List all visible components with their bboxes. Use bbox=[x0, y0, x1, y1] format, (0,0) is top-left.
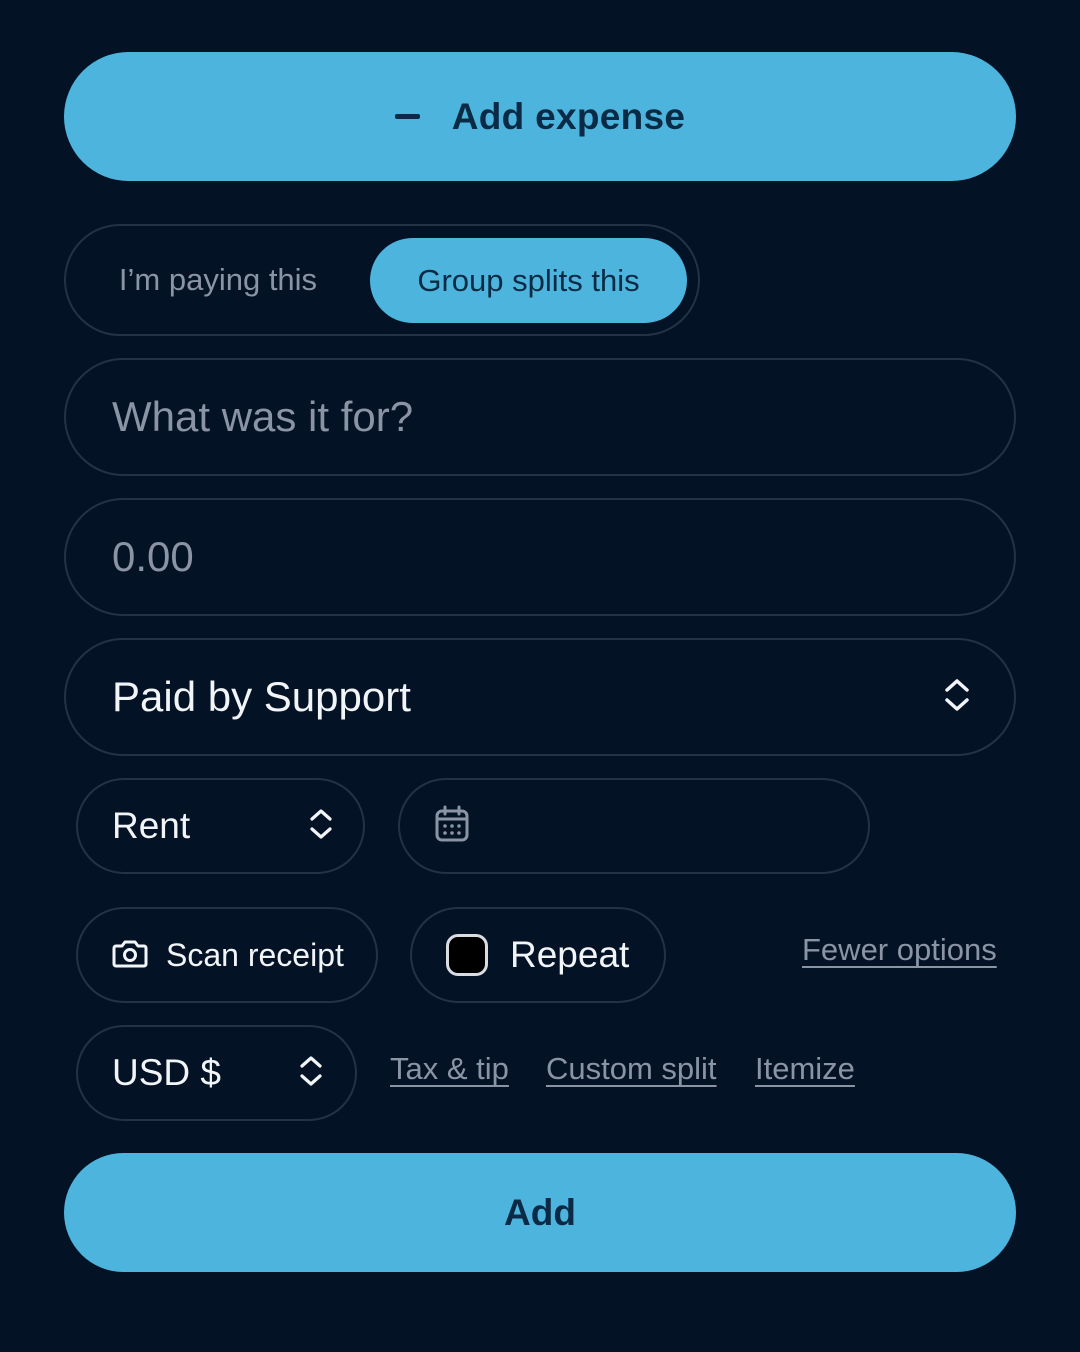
description-field-container bbox=[64, 358, 1016, 476]
fewer-options-link[interactable]: Fewer options bbox=[802, 932, 997, 968]
add-button[interactable]: Add bbox=[64, 1153, 1016, 1272]
itemize-link[interactable]: Itemize bbox=[755, 1051, 855, 1087]
calendar-icon[interactable] bbox=[434, 805, 470, 848]
custom-split-link[interactable]: Custom split bbox=[546, 1051, 717, 1087]
option-im-paying[interactable]: I’m paying this bbox=[66, 238, 370, 322]
repeat-checkbox[interactable] bbox=[446, 934, 488, 976]
minus-icon bbox=[394, 114, 420, 119]
add-expense-title: Add expense bbox=[451, 95, 686, 137]
paid-by-value: Paid by Support bbox=[112, 673, 411, 720]
scan-receipt-label: Scan receipt bbox=[166, 936, 344, 973]
paid-by-select[interactable]: Paid by Support bbox=[64, 638, 1016, 756]
chevron-up-down-icon bbox=[299, 1054, 323, 1093]
camera-icon bbox=[112, 938, 148, 973]
amount-field-container bbox=[64, 498, 1016, 616]
repeat-label: Repeat bbox=[510, 934, 630, 975]
currency-select[interactable]: USD $ bbox=[76, 1025, 357, 1121]
tax-tip-link[interactable]: Tax & tip bbox=[390, 1051, 509, 1087]
currency-value: USD $ bbox=[112, 1052, 221, 1093]
description-input[interactable] bbox=[112, 393, 970, 441]
category-select[interactable]: Rent bbox=[76, 778, 365, 874]
option-group-splits[interactable]: Group splits this bbox=[370, 238, 687, 323]
chevron-up-down-icon bbox=[944, 677, 970, 718]
add-expense-toggle-button[interactable]: Add expense bbox=[64, 52, 1016, 181]
chevron-up-down-icon bbox=[309, 807, 333, 846]
category-value: Rent bbox=[112, 805, 191, 846]
amount-input[interactable] bbox=[112, 533, 970, 581]
date-field[interactable] bbox=[398, 778, 870, 874]
scan-receipt-button[interactable]: Scan receipt bbox=[76, 907, 378, 1003]
repeat-toggle[interactable]: Repeat bbox=[410, 907, 666, 1003]
